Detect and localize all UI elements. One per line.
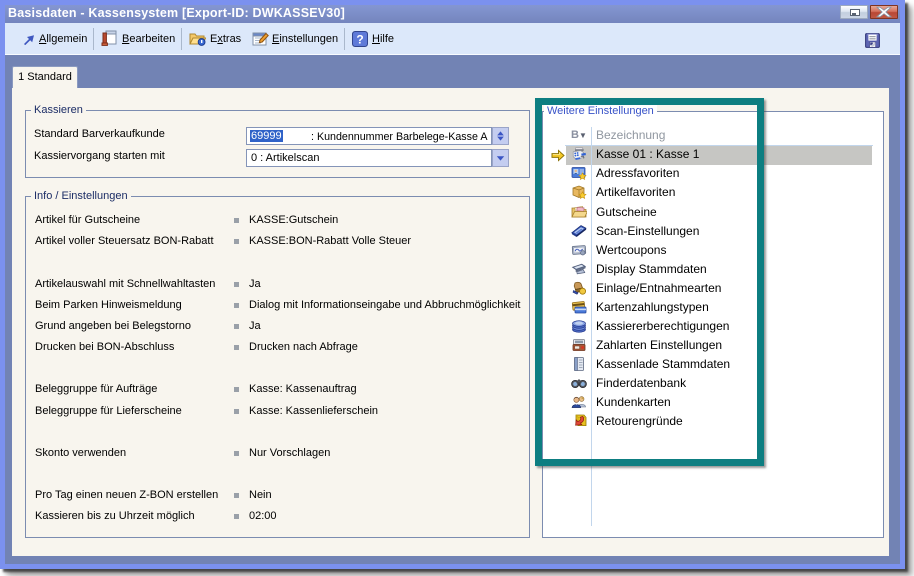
svg-text:?: ?: [356, 32, 363, 46]
